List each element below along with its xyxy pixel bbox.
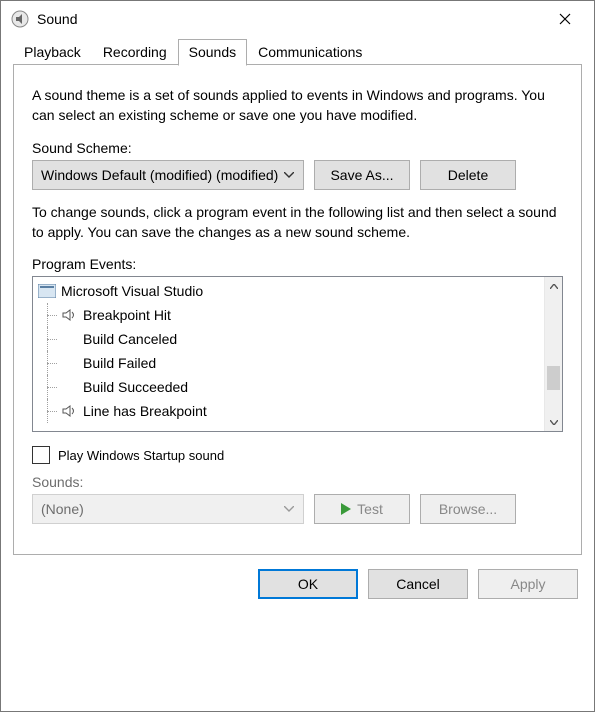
browse-button: Browse... <box>420 494 516 524</box>
program-events-label: Program Events: <box>32 256 563 272</box>
checkbox-icon[interactable] <box>32 446 50 464</box>
tree-item-label: Build Failed <box>83 355 156 371</box>
ok-button[interactable]: OK <box>258 569 358 599</box>
tab-communications[interactable]: Communications <box>247 39 373 65</box>
tree-group[interactable]: Microsoft Visual Studio <box>33 279 544 303</box>
tree-item-label: Build Succeeded <box>83 379 188 395</box>
tree-item-label: Line has Breakpoint <box>83 403 207 419</box>
scrollbar[interactable] <box>544 277 562 431</box>
sound-scheme-combo[interactable]: Windows Default (modified) (modified) <box>32 160 304 190</box>
tree-item-label: Breakpoint Hit <box>83 307 171 323</box>
blank-icon <box>59 331 79 347</box>
close-button[interactable] <box>542 4 588 34</box>
blank-icon <box>59 355 79 371</box>
instruction-text: To change sounds, click a program event … <box>32 202 563 243</box>
cancel-button[interactable]: Cancel <box>368 569 468 599</box>
speaker-icon <box>59 403 79 419</box>
tab-playback[interactable]: Playback <box>13 39 92 65</box>
test-label: Test <box>357 501 383 517</box>
scroll-down-button[interactable] <box>545 413 562 431</box>
sound-scheme-value: Windows Default (modified) (modified) <box>41 167 281 183</box>
scroll-track[interactable] <box>545 295 562 413</box>
tree-item[interactable]: Breakpoint Hit <box>33 303 544 327</box>
scroll-up-button[interactable] <box>545 277 562 295</box>
program-icon <box>37 283 57 299</box>
tree-item[interactable]: Line has Breakpoint <box>33 399 544 423</box>
tree-item[interactable]: Build Canceled <box>33 327 544 351</box>
test-button: Test <box>314 494 410 524</box>
program-events-list[interactable]: Microsoft Visual Studio Breakpoint Hit B… <box>32 276 563 432</box>
tree-item[interactable]: Build Failed <box>33 351 544 375</box>
tab-panel-sounds: A sound theme is a set of sounds applied… <box>13 65 582 555</box>
save-as-button[interactable]: Save As... <box>314 160 410 190</box>
tab-sounds[interactable]: Sounds <box>178 39 247 66</box>
speaker-icon <box>59 307 79 323</box>
startup-sound-label: Play Windows Startup sound <box>58 448 224 463</box>
chevron-down-icon <box>281 506 297 512</box>
delete-button[interactable]: Delete <box>420 160 516 190</box>
blank-icon <box>59 379 79 395</box>
tree-item-label: Build Canceled <box>83 331 177 347</box>
sounds-value: (None) <box>41 501 281 517</box>
play-icon <box>341 503 351 515</box>
window-title: Sound <box>37 11 542 27</box>
tree-item[interactable]: Build Succeeded <box>33 375 544 399</box>
tabstrip: Playback Recording Sounds Communications <box>1 37 594 65</box>
tree-group-label: Microsoft Visual Studio <box>61 283 203 299</box>
tab-recording[interactable]: Recording <box>92 39 178 65</box>
sound-icon <box>11 10 29 28</box>
sounds-label: Sounds: <box>32 474 563 490</box>
sound-scheme-label: Sound Scheme: <box>32 140 563 156</box>
apply-button: Apply <box>478 569 578 599</box>
sounds-combo: (None) <box>32 494 304 524</box>
description-text: A sound theme is a set of sounds applied… <box>32 85 563 126</box>
scroll-thumb[interactable] <box>547 366 560 390</box>
dialog-footer: OK Cancel Apply <box>1 555 594 599</box>
chevron-down-icon <box>281 172 297 178</box>
startup-sound-checkbox-row[interactable]: Play Windows Startup sound <box>32 446 563 464</box>
titlebar: Sound <box>1 1 594 37</box>
